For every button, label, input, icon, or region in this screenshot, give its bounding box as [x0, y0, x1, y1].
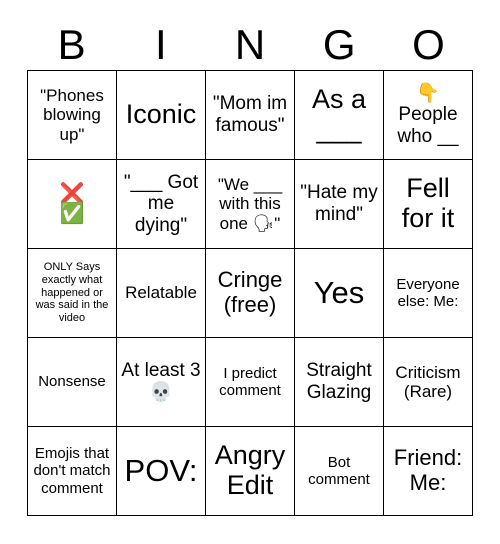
- bingo-cell-label: At least 3 💀: [121, 360, 201, 403]
- bingo-cell[interactable]: "___ Got me dying": [117, 160, 206, 249]
- bingo-card: B I N G O "Phones blowing up" Iconic "Mom …: [0, 0, 500, 544]
- bingo-header-letter-i: I: [154, 21, 167, 68]
- bingo-cell[interactable]: Angry Edit: [206, 427, 295, 516]
- bingo-cell[interactable]: Fell for it: [384, 160, 473, 249]
- bingo-cell[interactable]: I predict comment: [206, 338, 295, 427]
- bingo-cell-label: Bot comment: [308, 453, 370, 488]
- bingo-cell-label: Angry Edit: [214, 440, 286, 500]
- bingo-cell-label: I predict comment: [219, 364, 281, 399]
- bingo-cell-label: Yes: [313, 275, 365, 311]
- bingo-cell-label: Nonsense: [38, 373, 106, 391]
- bingo-cell-label: Cringe (free): [217, 267, 283, 317]
- bingo-cell-label: ONLY Says exactly what happened or was s…: [35, 260, 109, 325]
- bingo-cell[interactable]: Relatable: [117, 249, 206, 338]
- bingo-cell[interactable]: POV:: [117, 427, 206, 516]
- bingo-cell[interactable]: 👇 People who __: [384, 71, 473, 160]
- bingo-cell[interactable]: ❌ ✅: [28, 160, 117, 249]
- bingo-header-letter-o: O: [412, 21, 445, 68]
- bingo-cell[interactable]: "Phones blowing up": [28, 71, 117, 160]
- bingo-cell-label: "Hate my mind": [300, 182, 378, 225]
- bingo-cell-label: Straight Glazing: [306, 360, 372, 403]
- bingo-header-letter-n: N: [234, 21, 266, 68]
- bingo-cell[interactable]: Straight Glazing: [295, 338, 384, 427]
- bingo-cell[interactable]: Nonsense: [28, 338, 117, 427]
- bingo-cell-label: Criticism (Rare): [395, 362, 461, 401]
- bingo-header-row: B I N G O: [27, 22, 473, 68]
- bingo-cell[interactable]: "Mom im famous": [206, 71, 295, 160]
- bingo-cell[interactable]: Criticism (Rare): [384, 338, 473, 427]
- bingo-header-letter-b: B: [57, 21, 86, 68]
- bingo-cell-label: Everyone else: Me:: [396, 275, 460, 310]
- bingo-cell-label: As a ___: [311, 84, 367, 144]
- bingo-cell[interactable]: Everyone else: Me:: [384, 249, 473, 338]
- bingo-cell-label: "We ___ with this one 🗣": [217, 174, 283, 233]
- bingo-cell-label: Emojis that don't match comment: [33, 445, 111, 497]
- bingo-cell-label: Fell for it: [401, 173, 455, 233]
- bingo-cell-label: Relatable: [125, 283, 197, 303]
- bingo-cell-label: POV:: [124, 453, 198, 489]
- bingo-cell-label: Iconic: [125, 99, 197, 130]
- bingo-cell[interactable]: Bot comment: [295, 427, 384, 516]
- bingo-cell[interactable]: Emojis that don't match comment: [28, 427, 117, 516]
- cross-mark-and-check-mark-icon: ❌: [59, 183, 85, 205]
- bingo-cell-label: Friend: Me:: [393, 445, 463, 495]
- bingo-cell[interactable]: Iconic: [117, 71, 206, 160]
- bingo-cell[interactable]: At least 3 💀: [117, 338, 206, 427]
- bingo-cell[interactable]: "We ___ with this one 🗣": [206, 160, 295, 249]
- bingo-cell[interactable]: "Hate my mind": [295, 160, 384, 249]
- bingo-header-letter-g: G: [322, 21, 356, 68]
- bingo-cell[interactable]: Friend: Me:: [384, 427, 473, 516]
- bingo-cell[interactable]: ONLY Says exactly what happened or was s…: [28, 249, 117, 338]
- bingo-cell[interactable]: Cringe (free): [206, 249, 295, 338]
- bingo-grid: "Phones blowing up" Iconic "Mom im famous"…: [27, 70, 473, 516]
- bingo-cell[interactable]: Yes: [295, 249, 384, 338]
- cross-mark-and-check-mark-icon: ✅: [59, 203, 85, 225]
- bingo-cell-label: 👇 People who __: [397, 82, 459, 147]
- bingo-cell[interactable]: As a ___: [295, 71, 384, 160]
- bingo-cell-label: "Phones blowing up": [40, 85, 104, 144]
- bingo-cell-emoji-stack: ❌ ✅: [31, 184, 113, 224]
- bingo-cell-label: "___ Got me dying": [123, 171, 199, 236]
- bingo-cell-label: "Mom im famous": [212, 93, 288, 136]
